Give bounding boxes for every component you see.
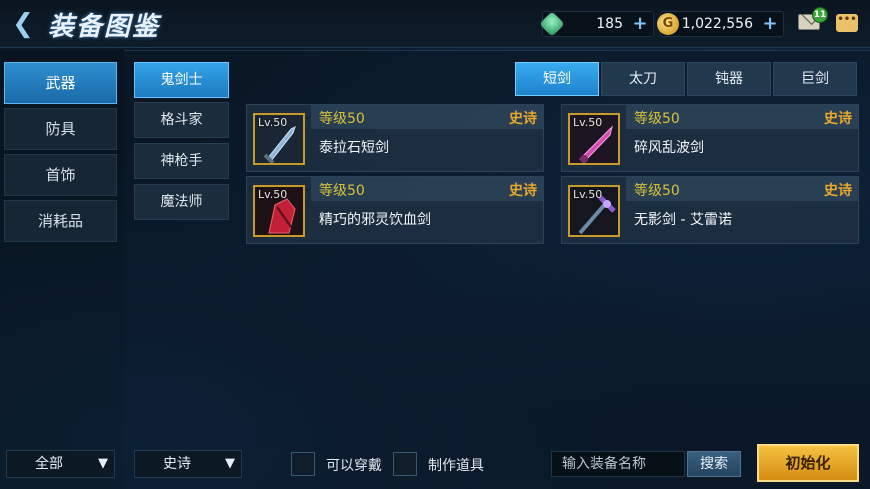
- search-button[interactable]: 搜索: [687, 451, 741, 477]
- item-level-badge: Lv.50: [258, 116, 288, 129]
- reset-button[interactable]: 初始化: [757, 444, 859, 482]
- rarity-filter-dropdown[interactable]: 史诗 ▼: [134, 450, 242, 478]
- gold-currency: G 1,022,556 +: [657, 11, 784, 37]
- gold-coin-icon: G: [657, 13, 679, 35]
- page-title: 装备图鉴: [48, 12, 161, 42]
- pink-dagger-icon: Lv.50: [568, 113, 620, 165]
- category-filter-dropdown[interactable]: 全部 ▼: [6, 450, 115, 478]
- dropdown-arrow-icon: ▼: [98, 456, 108, 471]
- item-card[interactable]: Lv.50 等级50 史诗 无影剑 - 艾雷诺: [561, 176, 859, 244]
- tab-greatsword[interactable]: 巨剑: [773, 62, 857, 96]
- craft-item-checkbox[interactable]: [393, 452, 417, 476]
- dagger-icon: Lv.50: [253, 113, 305, 165]
- tab-short-sword[interactable]: 短剑: [515, 62, 599, 96]
- item-name: 碎风乱波剑: [634, 140, 704, 156]
- tab-katana[interactable]: 太刀: [601, 62, 685, 96]
- item-rarity: 史诗: [509, 111, 537, 127]
- item-level: 等级50: [634, 183, 680, 199]
- class-mage[interactable]: 魔法师: [134, 184, 229, 220]
- search-input[interactable]: [551, 451, 685, 477]
- category-consumable[interactable]: 消耗品: [4, 200, 117, 242]
- category-armor[interactable]: 防具: [4, 108, 117, 150]
- craft-item-label: 制作道具: [428, 458, 484, 474]
- category-accessory[interactable]: 首饰: [4, 154, 117, 196]
- dropdown-arrow-icon: ▼: [225, 456, 235, 471]
- item-name: 无影剑 - 艾雷诺: [634, 212, 732, 228]
- item-level: 等级50: [319, 183, 365, 199]
- item-rarity: 史诗: [824, 183, 852, 199]
- mail-count-badge: 11: [812, 7, 828, 23]
- class-fighter[interactable]: 格斗家: [134, 102, 229, 138]
- shadow-sword-icon: Lv.50: [568, 185, 620, 237]
- item-level-badge: Lv.50: [573, 188, 603, 201]
- category-weapon[interactable]: 武器: [4, 62, 117, 104]
- tab-blunt[interactable]: 钝器: [687, 62, 771, 96]
- item-card[interactable]: Lv.50 等级50 史诗 精巧的邪灵饮血剑: [246, 176, 544, 244]
- chevron-left-icon: ❮: [12, 9, 34, 39]
- gem-icon: [539, 11, 565, 37]
- gem-currency: 185 +: [539, 11, 654, 37]
- gold-amount: 1,022,556: [681, 16, 753, 32]
- chat-icon[interactable]: •••: [836, 14, 858, 32]
- item-level: 等级50: [319, 111, 365, 127]
- blood-sword-icon: Lv.50: [253, 185, 305, 237]
- back-button[interactable]: ❮: [6, 8, 40, 40]
- class-slayer[interactable]: 鬼剑士: [134, 62, 229, 98]
- gem-amount: 185: [596, 16, 623, 32]
- item-level-badge: Lv.50: [258, 188, 288, 201]
- top-bar: ❮ 装备图鉴 185 + G 1,022,556 + 11 •••: [0, 0, 870, 48]
- item-rarity: 史诗: [509, 183, 537, 199]
- category-filter-value: 全部: [35, 456, 63, 472]
- wearable-checkbox[interactable]: [291, 452, 315, 476]
- add-gold-button[interactable]: +: [761, 15, 779, 33]
- item-card[interactable]: Lv.50 等级50 史诗 碎风乱波剑: [561, 104, 859, 172]
- wearable-label: 可以穿戴: [326, 458, 382, 474]
- add-gem-button[interactable]: +: [631, 15, 649, 33]
- item-rarity: 史诗: [824, 111, 852, 127]
- item-level: 等级50: [634, 111, 680, 127]
- item-name: 泰拉石短剑: [319, 140, 389, 156]
- item-card[interactable]: Lv.50 等级50 史诗 泰拉石短剑: [246, 104, 544, 172]
- class-gunner[interactable]: 神枪手: [134, 143, 229, 179]
- item-level-badge: Lv.50: [573, 116, 603, 129]
- item-name: 精巧的邪灵饮血剑: [319, 212, 431, 228]
- rarity-filter-value: 史诗: [163, 456, 191, 472]
